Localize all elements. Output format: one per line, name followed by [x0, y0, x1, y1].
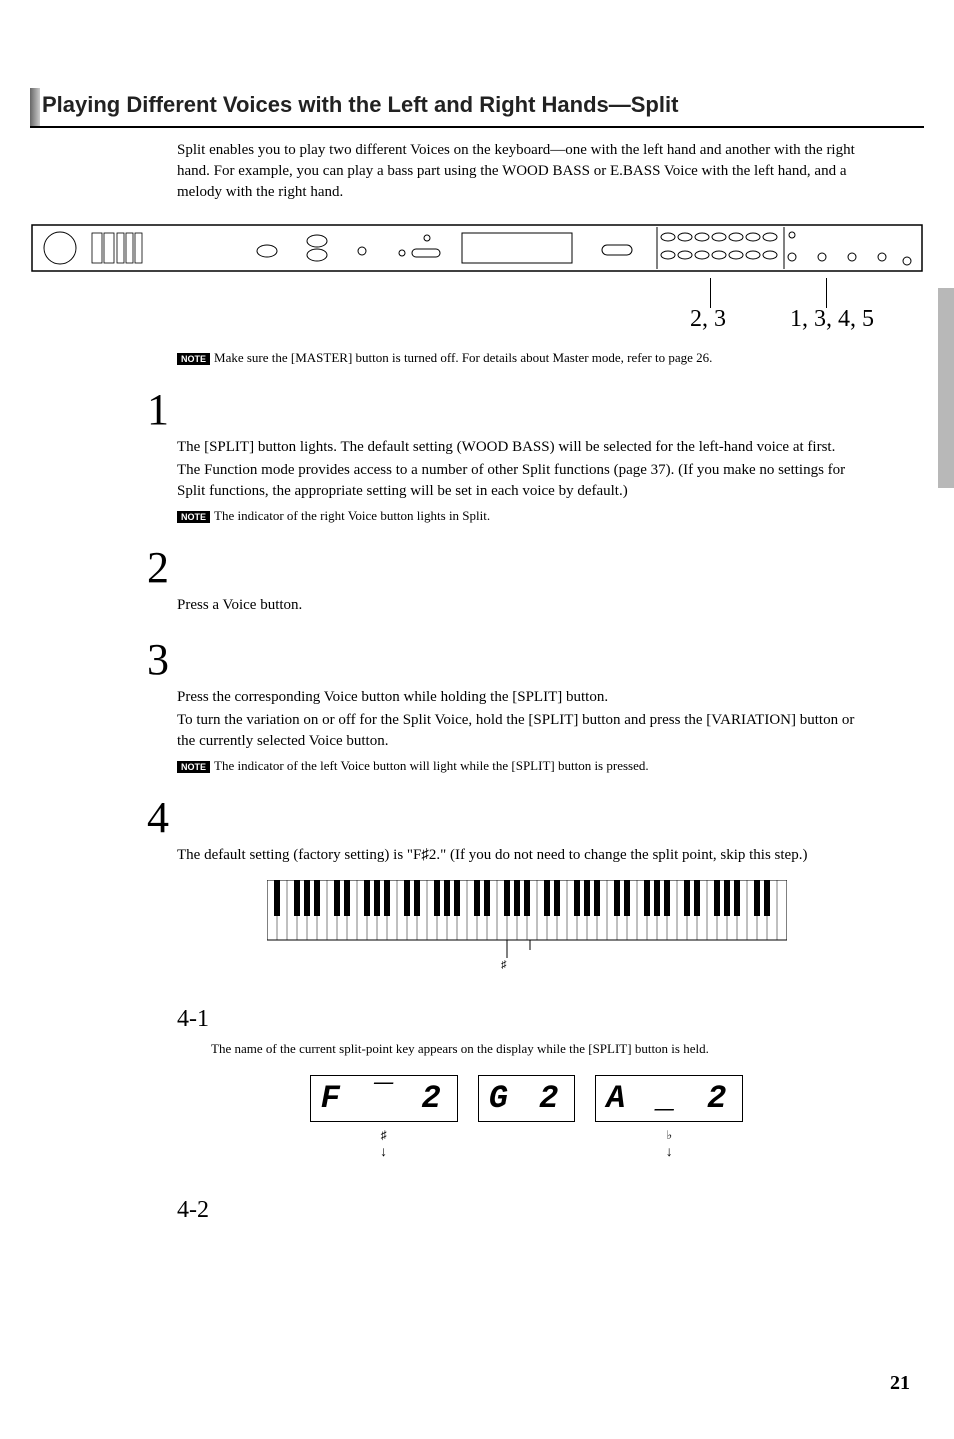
segment-display: A _ 2 — [595, 1075, 743, 1122]
callout-line — [710, 278, 711, 308]
control-panel-illustration — [30, 223, 924, 273]
step-3-note: NOTE The indicator of the left Voice butt… — [177, 758, 876, 774]
arrow-down-icon: ↓ — [310, 1145, 458, 1161]
step-1-text-1: The [SPLIT] button lights. The default s… — [177, 437, 876, 458]
step-3-text-1: Press the corresponding Voice button whi… — [177, 687, 876, 708]
callout-label-right: 1, 3, 4, 5 — [790, 306, 874, 333]
page-number: 21 — [890, 1372, 910, 1395]
display-a-flat-2: A _ 2 ♭ ↓ — [595, 1075, 743, 1161]
display-f-sharp-2: F ‾ 2 ♯ ↓ — [310, 1075, 458, 1161]
step-2: 2 Press a Voice button. — [177, 542, 876, 616]
note-top-text: Make sure the [MASTER] button is turned … — [214, 350, 712, 365]
step-number: 1 — [147, 384, 876, 435]
callout-line — [826, 278, 827, 308]
step-number: 4 — [147, 792, 876, 843]
panel-diagram: 2, 3 1, 3, 4, 5 — [30, 223, 924, 338]
note-icon: NOTE — [177, 353, 210, 365]
note-icon: NOTE — [177, 511, 210, 523]
step-number: 3 — [147, 634, 876, 685]
segment-display: F ‾ 2 — [310, 1075, 458, 1122]
step-1: 1 The [SPLIT] button lights. The default… — [177, 384, 876, 524]
arrow-down-icon: ↓ — [595, 1145, 743, 1161]
side-tab — [938, 288, 954, 488]
substep-4-2-number: 4-2 — [177, 1197, 876, 1224]
svg-text:♯: ♯ — [501, 959, 507, 970]
step-3: 3 Press the corresponding Voice button w… — [177, 634, 876, 774]
segment-display: G 2 — [478, 1075, 576, 1122]
note-icon: NOTE — [177, 761, 210, 773]
keyboard-diagram: ♯ — [267, 880, 787, 970]
note-top: NOTE Make sure the [MASTER] button is tur… — [177, 350, 876, 366]
step-1-note-text: The indicator of the right Voice button … — [214, 508, 490, 523]
step-2-text: Press a Voice button. — [177, 595, 876, 616]
display-row: F ‾ 2 ♯ ↓ G 2 A _ 2 ♭ ↓ — [177, 1075, 876, 1161]
section-title: Playing Different Voices with the Left a… — [30, 88, 924, 124]
step-4: 4 The default setting (factory setting) … — [177, 792, 876, 1224]
step-1-text-2: The Function mode provides access to a n… — [177, 460, 876, 502]
section-header: Playing Different Voices with the Left a… — [30, 88, 924, 128]
step-1-note: NOTE The indicator of the right Voice but… — [177, 508, 876, 524]
step-4-text: The default setting (factory setting) is… — [177, 845, 876, 866]
callout-label-left: 2, 3 — [690, 306, 726, 333]
substep-4-1-number: 4-1 — [177, 1006, 876, 1033]
step-3-text-2: To turn the variation on or off for the … — [177, 710, 876, 752]
intro-paragraph: Split enables you to play two different … — [177, 140, 876, 203]
display-sub: ♭ — [595, 1128, 743, 1143]
step-number: 2 — [147, 542, 876, 593]
step-3-note-text: The indicator of the left Voice button w… — [214, 758, 649, 773]
substep-4-1-text: The name of the current split-point key … — [211, 1041, 876, 1057]
display-g-2: G 2 — [478, 1075, 576, 1161]
display-sub: ♯ — [310, 1128, 458, 1143]
